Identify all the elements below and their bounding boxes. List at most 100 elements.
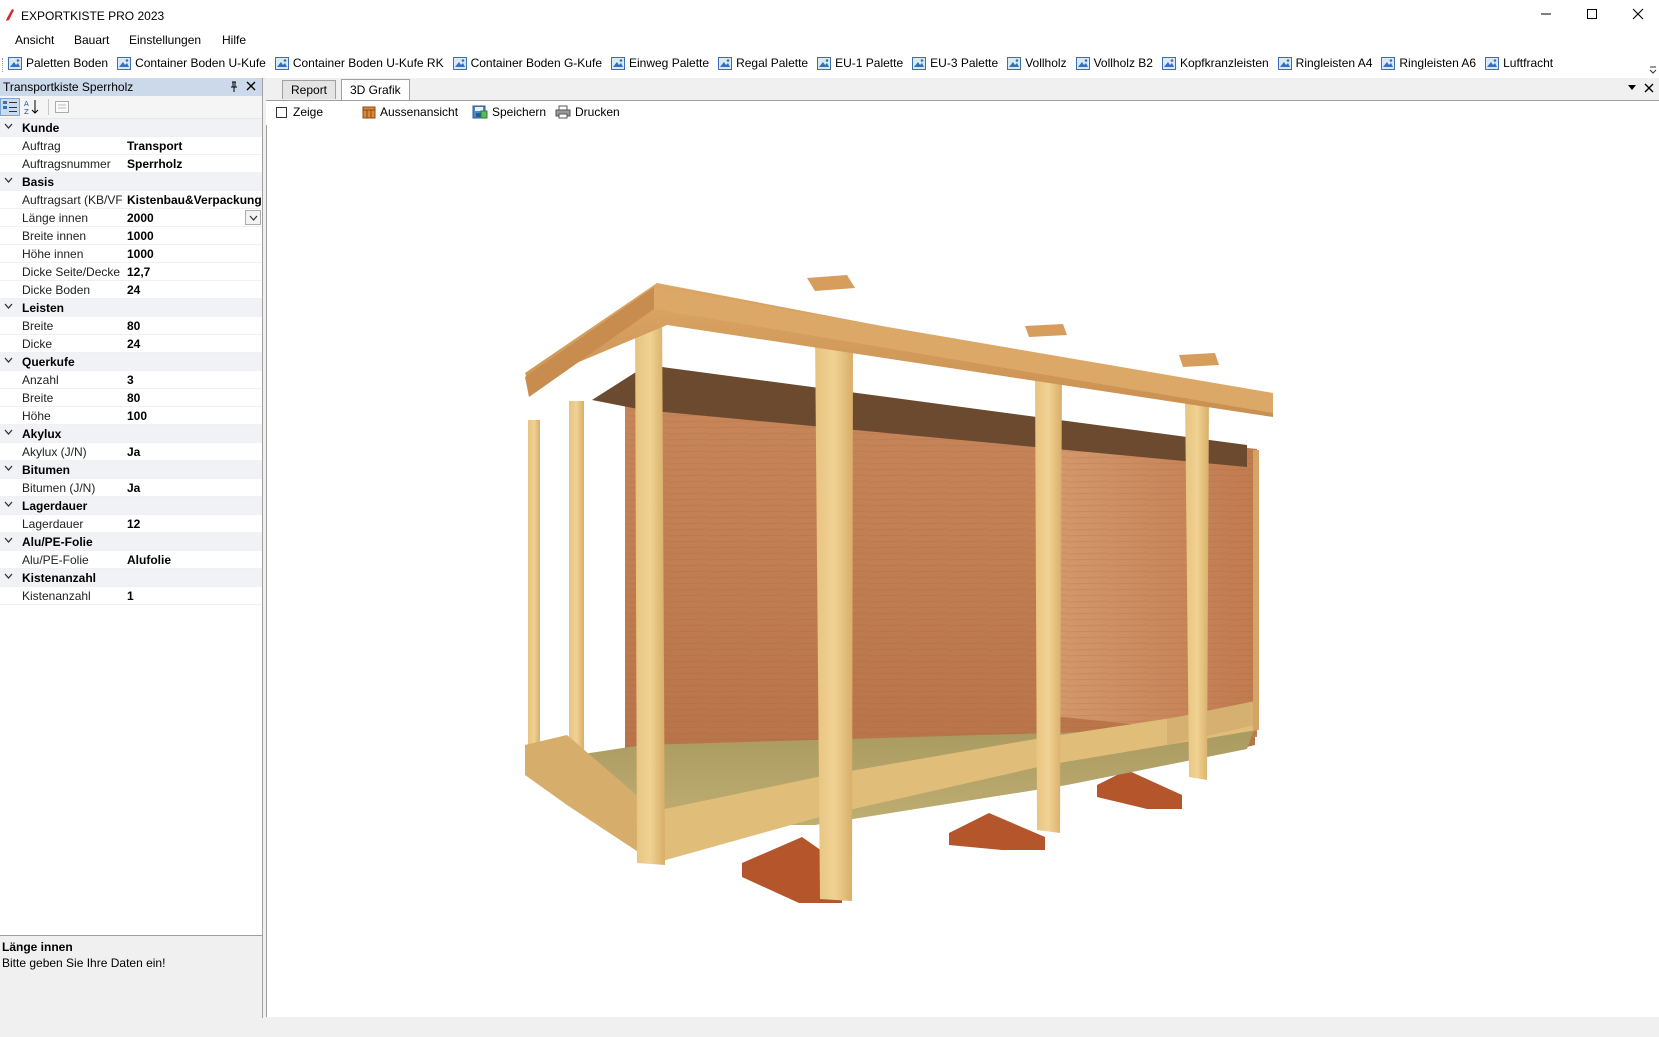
category-alu-pe-folie[interactable]: Alu/PE-Folie: [0, 533, 262, 551]
property-value[interactable]: Transport: [127, 139, 262, 153]
menu-ansicht[interactable]: Ansicht: [15, 33, 54, 47]
toolbar-item-label: Regal Palette: [736, 56, 809, 70]
toolbar-item-container-boden-g-kufe[interactable]: Container Boden G-Kufe: [452, 56, 602, 70]
property-row[interactable]: Auftragsart (KB/VF Kistenbau&Verpackung: [0, 191, 262, 209]
chevron-down-icon[interactable]: [4, 177, 13, 184]
toolbar-item-label: Kopfkranzleisten: [1179, 56, 1269, 70]
print-button[interactable]: Drucken: [555, 105, 620, 119]
property-row[interactable]: Anzahl 3: [0, 371, 262, 389]
category-kistenanzahl[interactable]: Kistenanzahl: [0, 569, 262, 587]
toolbar-item-regal-palette[interactable]: Regal Palette: [718, 56, 808, 70]
tab-menu-icon[interactable]: [1627, 85, 1637, 91]
toolbar-item-ringleisten-a6[interactable]: Ringleisten A6: [1381, 56, 1476, 70]
property-name: Breite: [22, 391, 54, 405]
property-row[interactable]: Höhe innen 1000: [0, 245, 262, 263]
category-leisten[interactable]: Leisten: [0, 299, 262, 317]
category-akylux[interactable]: Akylux: [0, 425, 262, 443]
property-value[interactable]: 24: [127, 283, 262, 297]
property-row[interactable]: Auftragsnummer Sperrholz: [0, 155, 262, 173]
property-value[interactable]: Ja: [127, 481, 262, 495]
category-querkufe[interactable]: Querkufe: [0, 353, 262, 371]
property-row[interactable]: Dicke Boden 24: [0, 281, 262, 299]
chevron-down-icon[interactable]: [4, 303, 13, 310]
property-row[interactable]: Länge innen 2000: [0, 209, 262, 227]
toolbar-item-vollholz[interactable]: Vollholz: [1007, 56, 1067, 70]
toolbar-item-paletten-boden[interactable]: Paletten Boden: [8, 56, 108, 70]
toolbar-item-einweg-palette[interactable]: Einweg Palette: [611, 56, 709, 70]
sort-alphabetical-button[interactable]: A Z: [22, 98, 42, 116]
toolbar-item-ringleisten-a4[interactable]: Ringleisten A4: [1277, 56, 1372, 70]
chevron-down-icon[interactable]: [4, 429, 13, 436]
show-toggle[interactable]: Zeige: [276, 105, 323, 119]
menu-einstellungen[interactable]: Einstellungen: [129, 33, 201, 47]
close-button[interactable]: [1615, 0, 1659, 28]
toolbar-item-vollholz-b2[interactable]: Vollholz B2: [1075, 56, 1153, 70]
property-value[interactable]: 24: [127, 337, 262, 351]
property-row[interactable]: Dicke 24: [0, 335, 262, 353]
3d-viewport[interactable]: [266, 125, 1659, 1017]
chevron-down-icon[interactable]: [4, 123, 13, 130]
property-row[interactable]: Höhe 100: [0, 407, 262, 425]
chevron-down-icon[interactable]: [4, 465, 13, 472]
toolbar-item-kopfkranzleisten[interactable]: Kopfkranzleisten: [1161, 56, 1269, 70]
outside-view-button[interactable]: Aussenansicht: [362, 105, 458, 119]
property-value[interactable]: 1000: [127, 247, 262, 261]
category-bitumen[interactable]: Bitumen: [0, 461, 262, 479]
property-row[interactable]: Dicke Seite/Decke 12,7: [0, 263, 262, 281]
tab-3d-grafik[interactable]: 3D Grafik: [341, 79, 410, 100]
property-value[interactable]: 100: [127, 409, 262, 423]
pin-icon[interactable]: [229, 81, 239, 93]
property-row[interactable]: Breite 80: [0, 317, 262, 335]
property-row[interactable]: Kistenanzahl 1: [0, 587, 262, 605]
property-row[interactable]: Breite innen 1000: [0, 227, 262, 245]
value-dropdown-button[interactable]: [245, 210, 261, 225]
property-value[interactable]: 2000: [127, 211, 239, 225]
property-row[interactable]: Auftrag Transport: [0, 137, 262, 155]
menu-hilfe[interactable]: Hilfe: [222, 33, 246, 47]
panel-close-icon[interactable]: [246, 81, 256, 91]
property-value[interactable]: 12,7: [127, 265, 262, 279]
chevron-down-icon[interactable]: [4, 501, 13, 508]
minimize-button[interactable]: [1523, 0, 1569, 28]
toolbar-item-eu-1-palette[interactable]: EU-1 Palette: [817, 56, 903, 70]
property-value[interactable]: Alufolie: [127, 553, 262, 567]
tab-report[interactable]: Report: [282, 80, 337, 99]
category-kunde[interactable]: Kunde: [0, 119, 262, 137]
property-value[interactable]: 1000: [127, 229, 262, 243]
construction-type-icon: [1007, 56, 1022, 70]
property-row[interactable]: Breite 80: [0, 389, 262, 407]
tab-close-icon[interactable]: [1644, 83, 1654, 93]
chevron-down-icon[interactable]: [4, 573, 13, 580]
category-basis[interactable]: Basis: [0, 173, 262, 191]
property-value[interactable]: 1: [127, 589, 262, 603]
toolbar-item-container-boden-u-kufe[interactable]: Container Boden U-Kufe: [117, 56, 266, 70]
property-value[interactable]: 80: [127, 319, 262, 333]
toolbar-grip[interactable]: [2, 58, 5, 72]
property-name: Höhe innen: [22, 247, 84, 261]
maximize-button[interactable]: [1569, 0, 1615, 28]
property-value[interactable]: Sperrholz: [127, 157, 262, 171]
property-value[interactable]: 3: [127, 373, 262, 387]
toolbar-overflow-icon[interactable]: [1649, 66, 1657, 74]
property-value[interactable]: Kistenbau&Verpackung: [127, 193, 262, 207]
close-icon: [1632, 8, 1644, 20]
toolbar-item-eu-3-palette[interactable]: EU-3 Palette: [912, 56, 998, 70]
property-pages-button[interactable]: [52, 98, 72, 116]
property-value[interactable]: Ja: [127, 445, 262, 459]
property-row[interactable]: Alu/PE-Folie Alufolie: [0, 551, 262, 569]
property-value[interactable]: 12: [127, 517, 262, 531]
show-checkbox[interactable]: [276, 106, 287, 118]
menu-bauart[interactable]: Bauart: [74, 33, 109, 47]
toolbar-item-luftfracht[interactable]: Luftfracht: [1485, 56, 1553, 70]
save-button[interactable]: Speichern: [472, 105, 546, 119]
property-value[interactable]: 80: [127, 391, 262, 405]
property-row[interactable]: Bitumen (J/N) Ja: [0, 479, 262, 497]
property-row[interactable]: Lagerdauer 12: [0, 515, 262, 533]
toolbar-item-label: Container Boden U-Kufe: [135, 56, 266, 70]
chevron-down-icon[interactable]: [4, 537, 13, 544]
chevron-down-icon[interactable]: [4, 357, 13, 364]
category-lagerdauer[interactable]: Lagerdauer: [0, 497, 262, 515]
toolbar-item-container-boden-u-kufe-rk[interactable]: Container Boden U-Kufe RK: [274, 56, 444, 70]
categorized-button[interactable]: [0, 98, 20, 116]
property-row[interactable]: Akylux (J/N) Ja: [0, 443, 262, 461]
